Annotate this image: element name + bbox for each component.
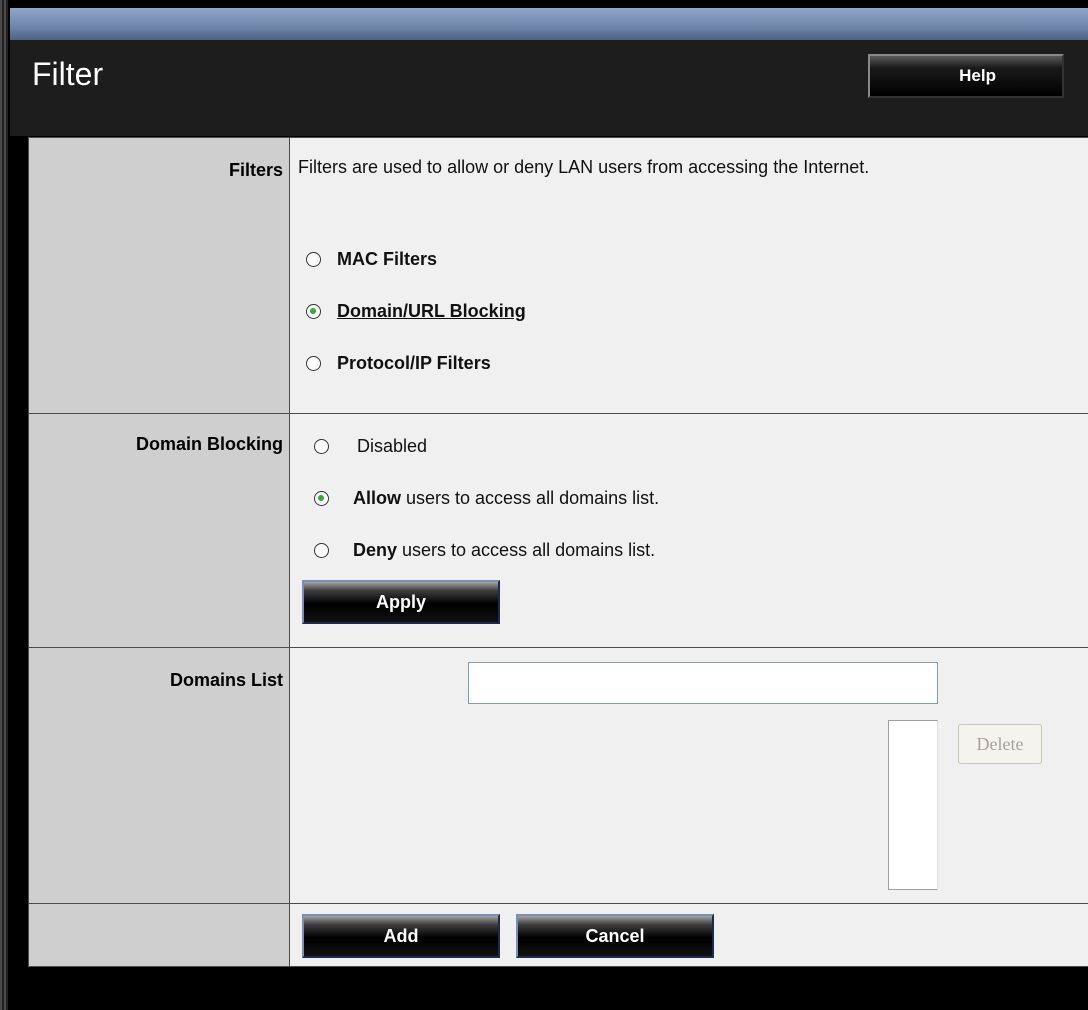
option-protocol-ip-filters-label: Protocol/IP Filters [337, 352, 491, 373]
domains-list-label: Domains List [169, 670, 283, 690]
filter-form-table: Filters Filters are used to allow or den… [28, 137, 1088, 967]
footer-label-cell [28, 903, 290, 967]
top-gradient-strip [10, 8, 1088, 40]
option-allow[interactable]: Allow users to access all domains list. [290, 472, 1088, 524]
filters-content-cell: Filters are used to allow or deny LAN us… [289, 137, 1088, 414]
radio-disabled[interactable] [314, 438, 329, 454]
option-allow-bold: Allow [353, 487, 401, 508]
domains-list-row: Domains List Delete [28, 647, 1088, 904]
footer-row: Add Cancel [28, 903, 1088, 967]
filters-row: Filters Filters are used to allow or den… [28, 137, 1088, 414]
filters-label: Filters [228, 160, 283, 180]
filters-label-cell: Filters [28, 137, 290, 414]
page-title: Filter [32, 56, 104, 92]
domain-blocking-label-cell: Domain Blocking [28, 413, 290, 648]
domains-list-label-cell: Domains List [28, 647, 290, 904]
filters-description: Filters are used to allow or deny LAN us… [298, 157, 870, 177]
router-admin-frame: Filter Help Filters Filters are used to … [0, 0, 1088, 1010]
radio-allow[interactable] [314, 490, 329, 506]
option-mac-filters-label: MAC Filters [337, 248, 438, 269]
domain-blocking-label: Domain Blocking [135, 434, 283, 454]
option-deny[interactable]: Deny users to access all domains list. [290, 524, 1088, 576]
option-protocol-ip-filters[interactable]: Protocol/IP Filters [290, 337, 1088, 389]
apply-button[interactable]: Apply [302, 580, 500, 624]
footer-content-cell: Add Cancel [289, 903, 1088, 967]
radio-protocol-ip-filters[interactable] [306, 355, 321, 371]
left-edge-bar [0, 0, 8, 1010]
domain-input[interactable] [468, 662, 938, 704]
option-domain-url-blocking[interactable]: Domain/URL Blocking [290, 285, 1088, 337]
option-allow-text: users to access all domains list. [401, 487, 660, 508]
option-domain-url-blocking-label[interactable]: Domain/URL Blocking [337, 301, 526, 322]
domain-blocking-content-cell: Disabled Allow users to access all domai… [289, 413, 1088, 648]
radio-mac-filters[interactable] [306, 251, 321, 267]
delete-button[interactable]: Delete [958, 724, 1042, 764]
option-disabled[interactable]: Disabled [290, 420, 1088, 472]
option-disabled-label: Disabled [357, 435, 428, 456]
domains-listbox[interactable] [888, 720, 938, 890]
cancel-button[interactable]: Cancel [516, 914, 714, 958]
option-deny-bold: Deny [353, 539, 398, 560]
radio-domain-url-blocking[interactable] [306, 303, 321, 319]
help-button[interactable]: Help [868, 54, 1064, 98]
domain-blocking-row: Domain Blocking Disabled Allow users to … [28, 413, 1088, 648]
radio-deny[interactable] [314, 542, 329, 558]
domains-list-content-cell: Delete [289, 647, 1088, 904]
option-deny-text: users to access all domains list. [397, 539, 656, 560]
add-button[interactable]: Add [302, 914, 500, 958]
option-mac-filters[interactable]: MAC Filters [290, 233, 1088, 285]
